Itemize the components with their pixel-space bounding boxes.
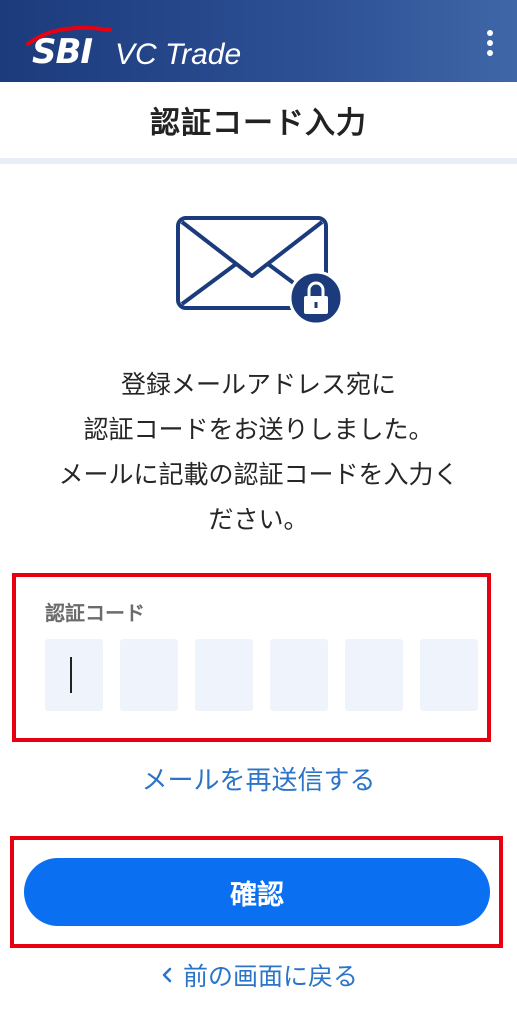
code-digit-5[interactable] [345, 639, 403, 711]
instructions-text: 登録メールアドレス宛に 認証コードをお送りしました。 メールに記載の認証コードを… [58, 370, 459, 534]
chevron-left-icon [159, 963, 175, 987]
code-label: 認証コード [45, 601, 145, 625]
more-vertical-icon [487, 30, 493, 36]
logo-vc-trade-text: VC Trade [115, 38, 242, 71]
sbi-vc-trade-logo: SBI VC Trade [22, 18, 262, 74]
verification-code-section: 認証コード [12, 573, 491, 742]
code-digit-2[interactable] [120, 639, 178, 711]
more-menu-button[interactable] [485, 30, 495, 56]
envelope-lock-icon [176, 216, 344, 326]
code-digit-4[interactable] [270, 639, 328, 711]
confirm-button[interactable]: 確認 [24, 858, 490, 926]
page-title: 認証コード入力 [150, 106, 367, 141]
app-header: SBI VC Trade [0, 0, 517, 82]
title-bar: 認証コード入力 [0, 82, 517, 164]
resend-email-link[interactable]: メールを再送信する [0, 760, 517, 797]
text-caret [70, 657, 72, 693]
back-link[interactable]: 前の画面に戻る [0, 957, 517, 993]
code-input-group [45, 639, 478, 711]
code-digit-1[interactable] [45, 639, 103, 711]
back-link-label: 前の画面に戻る [182, 962, 358, 991]
code-digit-6[interactable] [420, 639, 478, 711]
logo-sbi-text: SBI [32, 32, 93, 72]
code-digit-3[interactable] [195, 639, 253, 711]
confirm-section: 確認 [10, 836, 503, 948]
